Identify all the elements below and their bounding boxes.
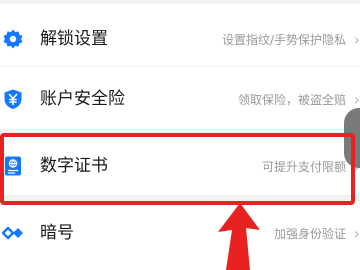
digital-certificate-label: 数字证书 [40, 156, 108, 176]
certificate-icon [2, 155, 24, 177]
diamond-link-icon [2, 222, 24, 244]
digital-certificate-row[interactable]: 数字证书 可提升支付限额 › [0, 133, 360, 195]
account-insurance-label: 账户安全险 [40, 89, 125, 109]
digital-certificate-desc: 可提升支付限额 [261, 160, 346, 174]
gear-icon [2, 28, 24, 50]
chevron-right-icon: › [353, 224, 360, 243]
chevron-right-icon: › [353, 30, 360, 49]
account-insurance-desc: 领取保险，被盗全赔 [237, 93, 346, 107]
account-insurance-row[interactable]: 账户安全险 领取保险，被盗全赔 › [0, 67, 360, 129]
security-settings-list: 解锁设置 设置指纹/手势保护隐私 › 账户安全险 领取保险，被盗全赔 › 数字证… [0, 0, 360, 270]
floating-side-button[interactable] [344, 108, 360, 168]
chevron-right-icon: › [353, 90, 360, 109]
passphrase-row[interactable]: 暗号 加强身份验证 › [0, 201, 360, 270]
yen-shield-icon [2, 88, 24, 110]
unlock-settings-label: 解锁设置 [40, 29, 108, 49]
unlock-settings-desc: 设置指纹/手势保护隐私 [221, 33, 346, 47]
unlock-settings-row[interactable]: 解锁设置 设置指纹/手势保护隐私 › [0, 4, 360, 66]
passphrase-desc: 加强身份验证 [273, 227, 346, 241]
passphrase-label: 暗号 [40, 223, 74, 243]
